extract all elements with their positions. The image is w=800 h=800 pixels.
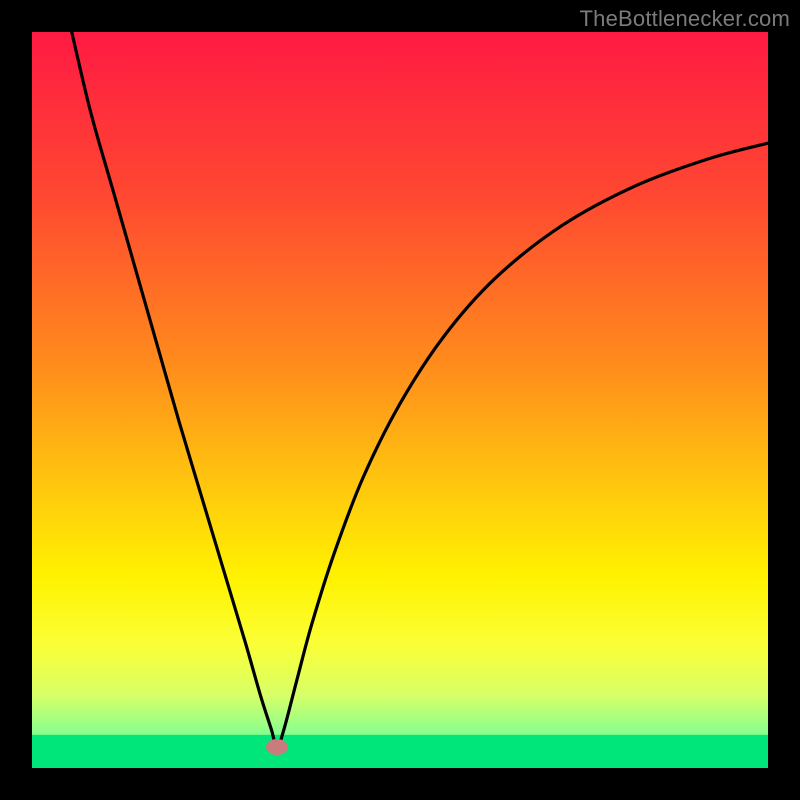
chart-stage: TheBottlenecker.com [0, 0, 800, 800]
plot-area [32, 32, 768, 768]
bottleneck-curve [32, 32, 768, 768]
optimal-point-marker [266, 739, 288, 755]
watermark-text: TheBottlenecker.com [580, 6, 790, 32]
